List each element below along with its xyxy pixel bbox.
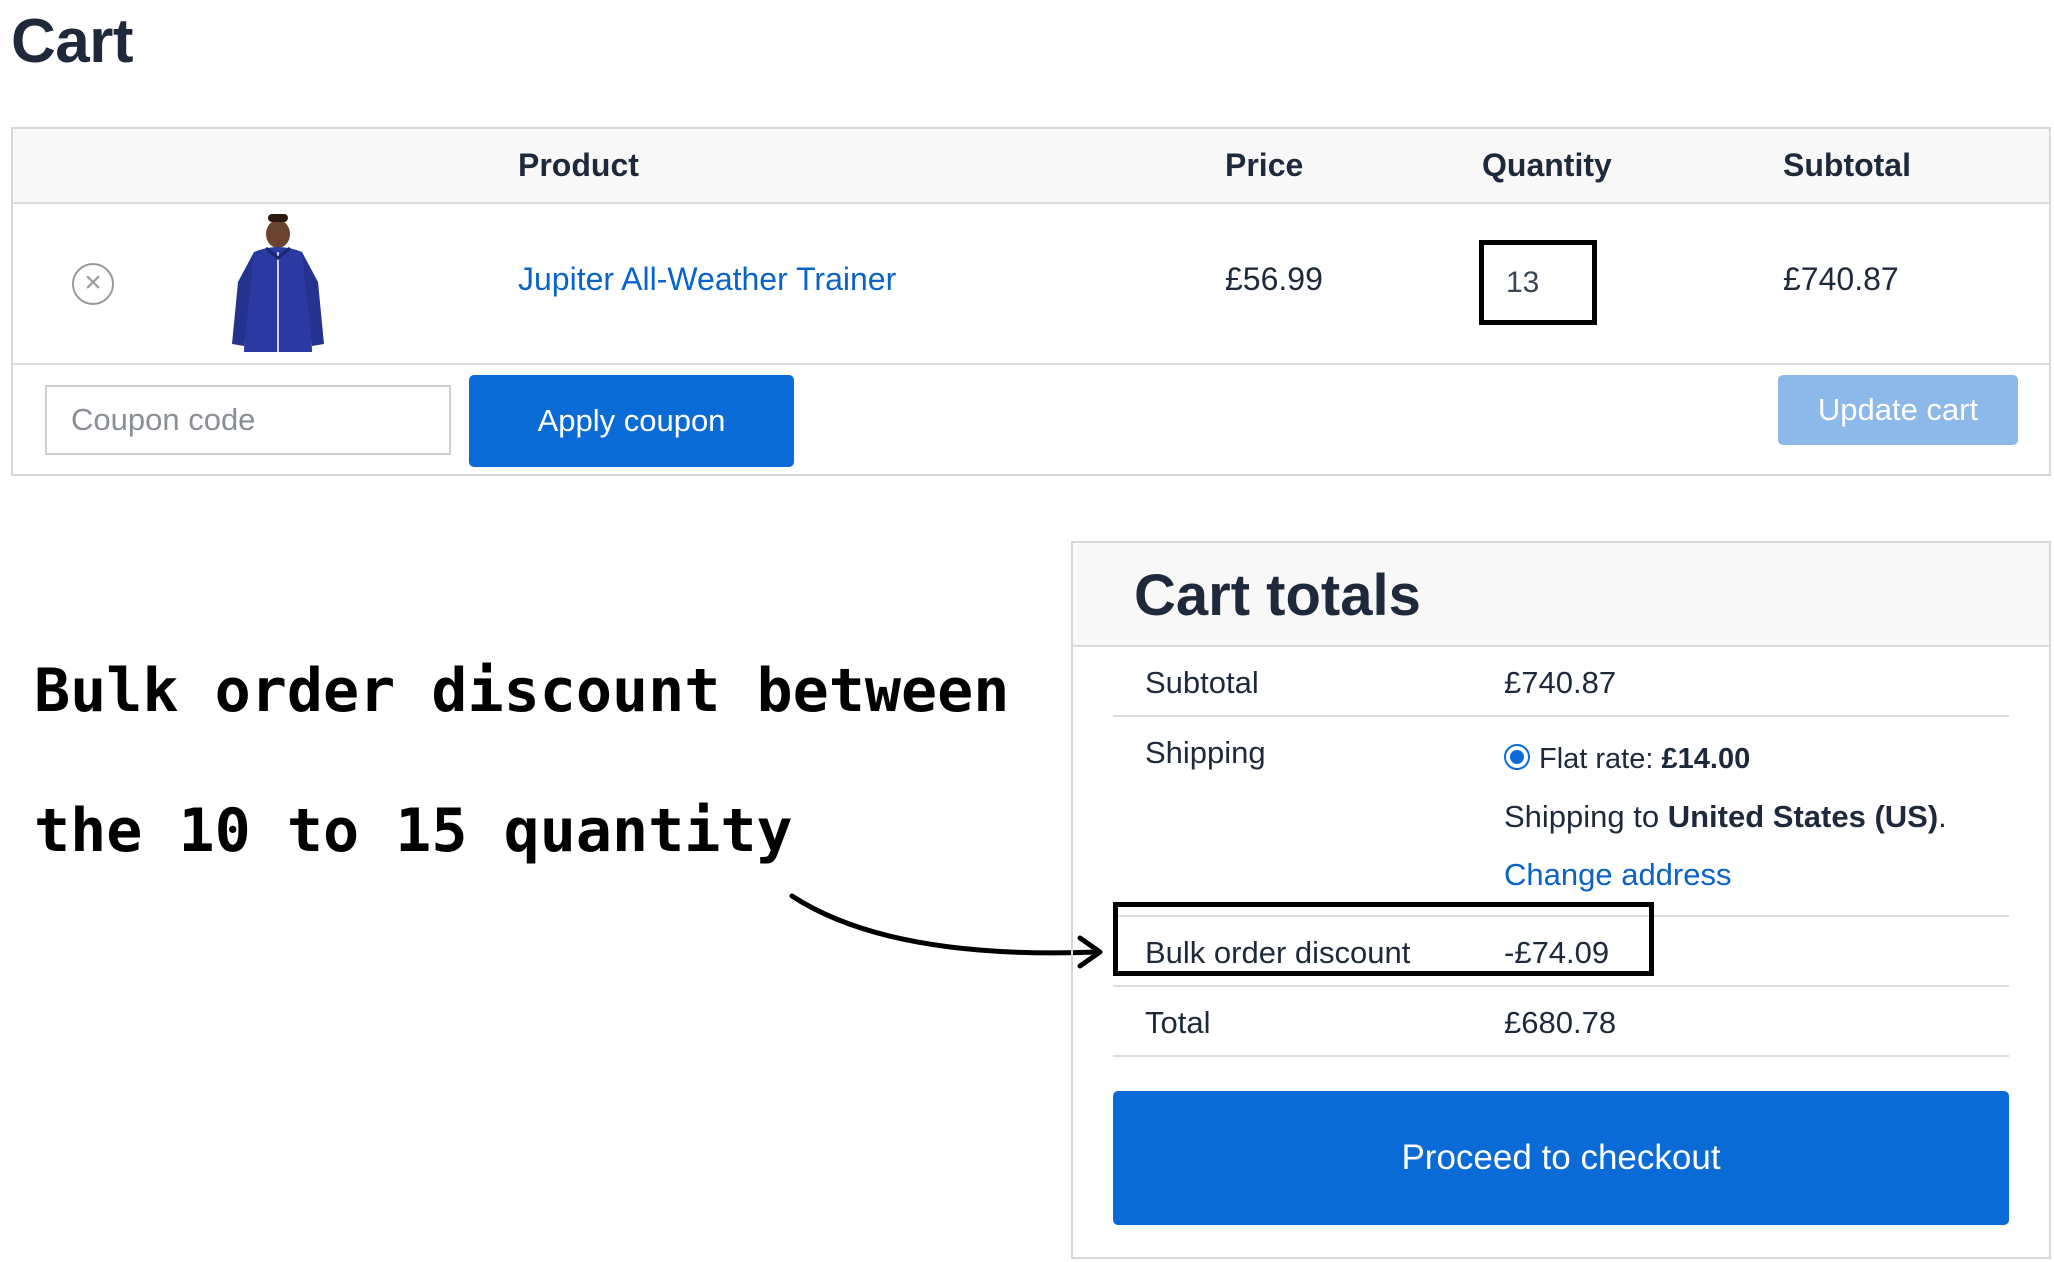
radio-selected-icon[interactable]: [1504, 744, 1530, 771]
product-image-head: [266, 220, 290, 248]
remove-item-icon[interactable]: ×: [72, 263, 114, 305]
update-cart-button[interactable]: Update cart: [1778, 375, 2018, 445]
product-thumbnail[interactable]: [224, 212, 332, 354]
total-value: £680.78: [1504, 1005, 1617, 1040]
product-price: £56.99: [1225, 261, 1323, 297]
cart-item-row: × Jupiter All-Weather Trainer £56.99 £74…: [13, 204, 2049, 365]
proceed-to-checkout-button[interactable]: Proceed to checkout: [1113, 1091, 2009, 1225]
subtotal-value: £740.87: [1504, 665, 1617, 700]
cart-totals-title: Cart totals: [1134, 563, 1421, 628]
cart-totals-header: Cart totals: [1073, 543, 2049, 647]
cart-totals-panel: Cart totals Subtotal £740.87 Shipping Fl…: [1071, 541, 2051, 1259]
shipping-country: United States (US): [1667, 799, 1939, 834]
column-header-product: Product: [518, 147, 639, 183]
page-title: Cart: [11, 7, 134, 76]
shipping-label: Shipping: [1145, 735, 1266, 770]
quantity-input[interactable]: [1479, 240, 1597, 325]
shipping-destination: Shipping to United States (US).: [1504, 799, 1947, 835]
annotation-line-1: Bulk order discount between: [34, 656, 1010, 726]
total-label: Total: [1145, 1005, 1211, 1040]
product-name-link[interactable]: Jupiter All-Weather Trainer: [518, 261, 896, 298]
totals-row-shipping: Shipping Flat rate: £14.00 Shipping to U…: [1113, 717, 2009, 917]
totals-row-subtotal: Subtotal £740.87: [1113, 647, 2009, 717]
column-header-quantity: Quantity: [1482, 147, 1612, 183]
discount-highlight-box: [1113, 902, 1654, 976]
shipping-to-suffix: .: [1938, 799, 1947, 834]
cart-table-header: Product Price Quantity Subtotal: [13, 129, 2049, 204]
coupon-code-input[interactable]: [45, 385, 451, 455]
shipping-to-prefix: Shipping to: [1504, 799, 1668, 834]
totals-row-total: Total £680.78: [1113, 987, 2009, 1057]
annotation-arrow-icon: [789, 893, 1103, 969]
apply-coupon-button[interactable]: Apply coupon: [469, 375, 794, 467]
annotation-line-2: the 10 to 15 quantity: [34, 796, 793, 866]
subtotal-label: Subtotal: [1145, 665, 1259, 700]
column-header-price: Price: [1225, 147, 1304, 183]
cart-actions-row: Apply coupon Update cart: [13, 365, 2049, 476]
cart-table: Product Price Quantity Subtotal × Jupite…: [11, 127, 2051, 476]
line-subtotal: £740.87: [1783, 261, 1899, 297]
shipping-option-label: Flat rate:: [1539, 743, 1662, 775]
column-header-subtotal: Subtotal: [1783, 147, 1911, 183]
product-image-hair: [268, 214, 288, 222]
shipping-option-flat-rate[interactable]: Flat rate: £14.00: [1504, 743, 1750, 776]
change-address-link[interactable]: Change address: [1504, 857, 1732, 893]
shipping-option-price: £14.00: [1661, 743, 1751, 775]
